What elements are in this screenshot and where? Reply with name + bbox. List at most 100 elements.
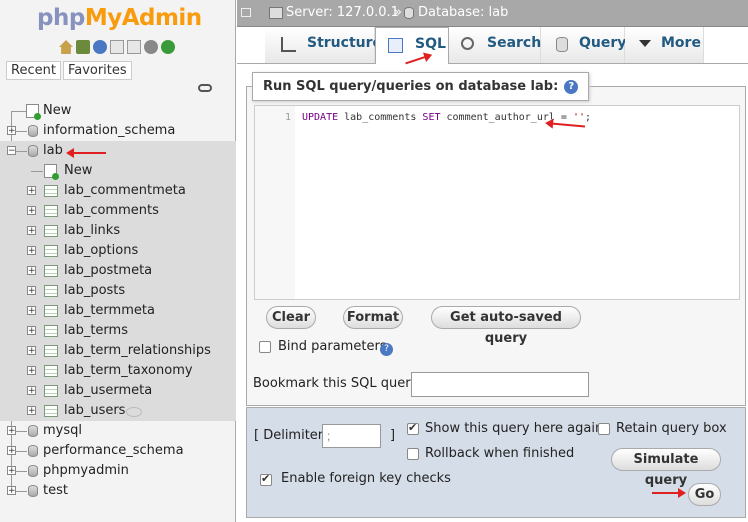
database-icon	[404, 7, 414, 19]
tree-item-table[interactable]: + lab_options	[0, 241, 236, 261]
expand-icon[interactable]: +	[27, 226, 36, 236]
simulate-query-button[interactable]: Simulate query	[611, 448, 721, 488]
new-icon	[26, 104, 41, 120]
tree-item-table[interactable]: + lab_postmeta	[0, 261, 236, 281]
expand-icon[interactable]: +	[7, 426, 16, 436]
table-icon	[44, 385, 58, 397]
tree-item-new[interactable]: New	[0, 101, 236, 121]
get-auto-saved-query-button[interactable]: Get auto-saved query	[431, 306, 581, 346]
retain-query-box-label: Retain query box	[616, 421, 727, 436]
table-icon	[44, 205, 58, 217]
collapse-nav-icon[interactable]	[241, 8, 251, 17]
delimiter-input[interactable]	[322, 424, 381, 448]
expand-icon[interactable]: +	[27, 326, 36, 336]
nav-icon-bar	[59, 40, 178, 56]
go-button[interactable]: Go	[688, 483, 721, 506]
expand-icon[interactable]: +	[27, 266, 36, 276]
collapse-icon[interactable]: −	[7, 146, 16, 156]
expand-icon[interactable]: +	[7, 126, 16, 136]
tree-item-table[interactable]: + lab_comments	[0, 201, 236, 221]
hide-eye-icon[interactable]	[126, 407, 142, 417]
foreign-key-checks-checkbox[interactable]	[260, 472, 272, 486]
database-icon	[28, 145, 38, 157]
expand-icon[interactable]: +	[27, 286, 36, 296]
table-icon	[44, 325, 58, 337]
main-panel: Server: 127.0.0.1 » Database: lab Struct…	[237, 0, 748, 522]
retain-query-box-checkbox[interactable]	[598, 423, 610, 435]
help-icon[interactable]: ?	[380, 343, 393, 356]
favorites-button[interactable]: Favorites	[62, 61, 132, 80]
bind-parameters-label: Bind parameters	[278, 339, 387, 354]
breadcrumb-separator: »	[394, 5, 402, 20]
tab-query[interactable]: Query	[541, 27, 626, 63]
bookmark-input[interactable]	[411, 372, 589, 397]
table-icon	[44, 225, 58, 237]
sql-editor[interactable]: 1 UPDATE lab_comments SET comment_author…	[254, 105, 740, 300]
bookmark-label: Bookmark this SQL query:	[253, 376, 422, 391]
link-icon[interactable]	[198, 84, 212, 92]
expand-icon[interactable]: +	[27, 306, 36, 316]
documentation-icon[interactable]	[110, 40, 124, 54]
tree-item-lab-new[interactable]: New	[0, 161, 236, 181]
tab-more[interactable]: More	[625, 27, 704, 63]
tree-item-lab[interactable]: − lab	[0, 141, 236, 161]
tree-item-mysql[interactable]: + mysql	[0, 421, 236, 441]
annotation-arrow	[652, 488, 686, 498]
delimiter-close-label: ]	[390, 428, 396, 443]
expand-icon[interactable]: +	[27, 386, 36, 396]
breadcrumb-server[interactable]: Server: 127.0.0.1	[286, 0, 399, 26]
sql-docs-icon[interactable]	[127, 40, 141, 54]
tree-item-table[interactable]: + lab_term_taxonomy	[0, 361, 236, 381]
table-icon	[44, 345, 58, 357]
annotation-arrow	[66, 148, 106, 158]
gear-icon[interactable]	[144, 40, 158, 54]
expand-icon[interactable]: +	[27, 346, 36, 356]
expand-icon[interactable]: +	[7, 466, 16, 476]
breadcrumb-database[interactable]: Database: lab	[418, 0, 508, 26]
info-icon[interactable]	[93, 40, 107, 54]
logout-icon[interactable]	[76, 40, 90, 54]
expand-icon[interactable]: +	[27, 366, 36, 376]
home-icon[interactable]	[59, 40, 73, 54]
tree-item-table[interactable]: + lab_links	[0, 221, 236, 241]
search-icon	[461, 37, 474, 50]
reload-icon[interactable]	[161, 40, 175, 54]
tree-item-table[interactable]: + lab_termmeta	[0, 301, 236, 321]
tree-item-phpmyadmin[interactable]: + phpmyadmin	[0, 461, 236, 481]
expand-icon[interactable]: +	[7, 446, 16, 456]
tab-bar: Structure SQL Search Query More	[237, 27, 748, 64]
tree-item-table[interactable]: + lab_terms	[0, 321, 236, 341]
format-button[interactable]: Format	[343, 306, 403, 329]
delimiter-label: [ Delimiter	[254, 428, 324, 443]
tree-item-information-schema[interactable]: + information_schema	[0, 121, 236, 141]
tree-item-test[interactable]: + test	[0, 481, 236, 501]
database-icon	[28, 485, 38, 497]
server-icon	[269, 7, 283, 19]
table-icon	[44, 405, 58, 417]
tree-item-table[interactable]: + lab_term_relationships	[0, 341, 236, 361]
tree-item-table[interactable]: + lab_usermeta	[0, 381, 236, 401]
recent-button[interactable]: Recent	[6, 61, 61, 80]
rollback-label: Rollback when finished	[425, 446, 575, 461]
rollback-checkbox[interactable]	[407, 448, 419, 460]
tree-item-table[interactable]: + lab_users	[0, 401, 236, 421]
tree-item-performance-schema[interactable]: + performance_schema	[0, 441, 236, 461]
tab-search[interactable]: Search	[449, 27, 541, 63]
table-icon	[44, 305, 58, 317]
sql-icon	[388, 38, 403, 53]
caret-down-icon	[639, 40, 651, 47]
expand-icon[interactable]: +	[7, 486, 16, 496]
phpmyadmin-logo[interactable]: phpMyAdmin	[37, 5, 202, 31]
expand-icon[interactable]: +	[27, 206, 36, 216]
tab-sql[interactable]: SQL	[375, 27, 449, 64]
expand-icon[interactable]: +	[27, 246, 36, 256]
expand-icon[interactable]: +	[27, 186, 36, 196]
tree-item-table[interactable]: + lab_commentmeta	[0, 181, 236, 201]
help-icon[interactable]: ?	[564, 79, 579, 94]
tab-structure[interactable]: Structure	[265, 27, 382, 63]
bind-parameters-checkbox[interactable]	[259, 341, 271, 353]
expand-icon[interactable]: +	[27, 406, 36, 416]
tree-item-table[interactable]: + lab_posts	[0, 281, 236, 301]
clear-button[interactable]: Clear	[266, 306, 316, 329]
show-query-again-checkbox[interactable]	[407, 421, 419, 435]
